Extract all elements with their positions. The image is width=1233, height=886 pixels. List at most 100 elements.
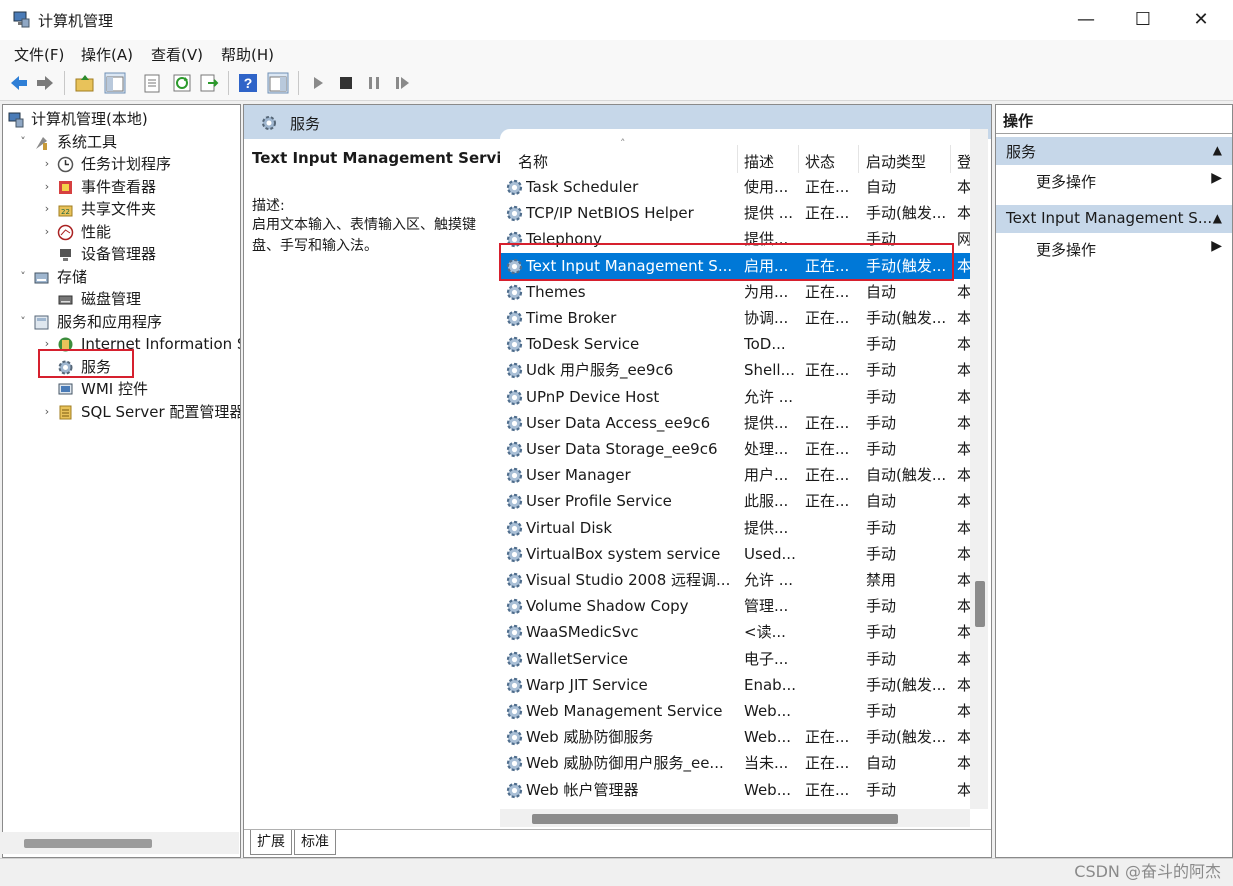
actions-section-services[interactable]: 服务 ▲	[996, 137, 1232, 165]
service-gear-icon	[506, 310, 523, 327]
service-row[interactable]: UPnP Device Host 允许 ... 手动 本	[500, 384, 970, 410]
export-icon[interactable]	[198, 72, 220, 94]
column-separator[interactable]	[950, 145, 951, 173]
service-row[interactable]: User Manager 用户... 正在... 自动(触发... 本	[500, 462, 970, 488]
service-description: 使用...	[744, 178, 789, 196]
tree-item[interactable]: WMI 控件	[3, 378, 240, 400]
column-separator[interactable]	[737, 145, 738, 173]
service-row[interactable]: Web Management Service Web... 手动 本	[500, 698, 970, 724]
service-row[interactable]: Task Scheduler 使用... 正在... 自动 本	[500, 174, 970, 200]
up-folder-icon[interactable]	[74, 72, 96, 94]
chevron-right-icon[interactable]: ›	[41, 198, 53, 220]
chevron-down-icon[interactable]: ˅	[17, 266, 29, 288]
tree-item[interactable]: › 事件查看器	[3, 176, 240, 198]
tree-item[interactable]: › 性能	[3, 221, 240, 243]
service-startup-type: 手动	[866, 597, 897, 616]
service-row[interactable]: Web 威胁防御服务 Web... 正在... 手动(触发... 本	[500, 724, 970, 750]
service-row[interactable]: Volume Shadow Copy 管理... 手动 本	[500, 593, 970, 619]
horizontal-scrollbar-thumb[interactable]	[532, 814, 898, 824]
collapse-icon[interactable]: ▲	[1213, 143, 1222, 157]
more-actions-item[interactable]: 更多操作 ▶	[996, 235, 1232, 263]
back-icon[interactable]	[8, 72, 30, 94]
help-icon[interactable]: ?	[237, 72, 259, 94]
service-row[interactable]: WalletService 电子... 手动 本	[500, 646, 970, 672]
refresh-icon[interactable]	[171, 72, 193, 94]
vertical-scrollbar-thumb[interactable]	[975, 581, 985, 627]
service-status: 正在...	[805, 728, 850, 747]
view-tabs: 扩展 标准	[244, 829, 991, 857]
service-row[interactable]: ToDesk Service ToD... 手动 本	[500, 331, 970, 357]
svg-text:?: ?	[244, 75, 253, 91]
service-row[interactable]: WaaSMedicSvc <读... 手动 本	[500, 619, 970, 645]
chevron-right-icon[interactable]: ›	[41, 221, 53, 243]
actions-section-selected-service[interactable]: Text Input Management S... ▲	[996, 205, 1232, 233]
tree-item[interactable]: 计算机管理(本地)	[3, 108, 240, 130]
service-logon: 本	[957, 724, 970, 750]
service-row[interactable]: Udk 用户服务_ee9c6 Shell... 正在... 手动 本	[500, 357, 970, 383]
collapse-icon[interactable]: ▲	[1213, 211, 1222, 225]
service-gear-icon	[506, 625, 523, 641]
chevron-right-icon[interactable]: ›	[41, 176, 53, 198]
service-description: Shell...	[744, 361, 795, 380]
tree-item[interactable]: ˅ 存储	[3, 266, 240, 288]
close-button[interactable]: ✕	[1173, 0, 1229, 40]
service-row[interactable]: User Data Access_ee9c6 提供... 正在... 手动 本	[500, 410, 970, 436]
service-row[interactable]: TCP/IP NetBIOS Helper 提供 ... 正在... 手动(触发...…	[500, 200, 970, 226]
menu-action[interactable]: 操作(A)	[81, 44, 133, 65]
column-separator[interactable]	[858, 145, 859, 173]
service-row[interactable]: Virtual Disk 提供... 手动 本	[500, 515, 970, 541]
shared-folders-icon: 22	[58, 205, 73, 217]
status-bar	[0, 858, 1233, 886]
service-logon: 本	[957, 672, 970, 698]
tree-item[interactable]: 设备管理器	[3, 243, 240, 265]
restart-service-icon[interactable]	[391, 72, 413, 94]
service-description: Enab...	[744, 675, 796, 694]
service-logon: 本	[957, 174, 970, 200]
more-actions-item[interactable]: 更多操作 ▶	[996, 167, 1232, 195]
forward-icon[interactable]	[34, 72, 56, 94]
service-row[interactable]: Web 帐户管理器 Web... 正在... 手动 本	[500, 777, 970, 803]
minimize-button[interactable]: —	[1058, 0, 1114, 40]
menu-view[interactable]: 查看(V)	[151, 44, 203, 65]
service-startup-type: 手动	[866, 623, 897, 642]
chevron-down-icon[interactable]: ˅	[17, 311, 29, 333]
tree-item-label: 计算机管理(本地)	[31, 110, 148, 128]
menu-file[interactable]: 文件(F)	[14, 44, 64, 65]
service-row[interactable]: VirtualBox system service Used... 手动 本	[500, 541, 970, 567]
tree-item[interactable]: ˅ 系统工具	[3, 131, 240, 153]
stop-service-icon[interactable]	[335, 72, 357, 94]
tree-item[interactable]: › 任务计划程序	[3, 153, 240, 175]
services-header-title: 服务	[290, 115, 321, 133]
tree-item[interactable]: 磁盘管理	[3, 288, 240, 310]
service-gear-icon	[506, 572, 523, 589]
start-service-icon[interactable]	[307, 72, 329, 94]
chevron-right-icon[interactable]: ›	[41, 153, 53, 175]
show-hide-tree-icon[interactable]	[104, 72, 126, 94]
service-row[interactable]: Warp JIT Service Enab... 手动(触发... 本	[500, 672, 970, 698]
service-row[interactable]: User Profile Service 此服... 正在... 自动 本	[500, 488, 970, 514]
menu-help[interactable]: 帮助(H)	[221, 44, 274, 65]
service-startup-type: 手动	[866, 440, 897, 458]
column-separator[interactable]	[798, 145, 799, 173]
properties-icon[interactable]	[141, 72, 163, 94]
service-row[interactable]: Web 威胁防御用户服务_ee... 当未... 正在... 自动 本	[500, 750, 970, 776]
vertical-scrollbar[interactable]	[970, 129, 988, 809]
tree-item[interactable]: › SQL Server 配置管理器	[3, 401, 240, 423]
tab-standard[interactable]: 标准	[294, 830, 336, 855]
chevron-down-icon[interactable]: ˅	[17, 131, 29, 153]
tab-extended[interactable]: 扩展	[250, 830, 292, 855]
tree-item[interactable]: ˅ 服务和应用程序	[3, 311, 240, 333]
service-row[interactable]: Themes 为用... 正在... 自动 本	[500, 279, 970, 305]
chevron-right-icon[interactable]: ›	[41, 401, 53, 423]
service-row[interactable]: User Data Storage_ee9c6 处理... 正在... 手动 本	[500, 436, 970, 462]
show-hide-action-pane-icon[interactable]	[267, 72, 289, 94]
tree-item[interactable]: › 22 共享文件夹	[3, 198, 240, 220]
service-row[interactable]: Time Broker 协调... 正在... 手动(触发... 本	[500, 305, 970, 331]
service-startup-type: 手动	[866, 702, 897, 720]
tree-horizontal-scrollbar-thumb[interactable]	[24, 839, 152, 848]
maximize-button[interactable]: ☐	[1115, 0, 1171, 40]
service-row[interactable]: Visual Studio 2008 远程调... 允许 ... 禁用 本	[500, 567, 970, 593]
maximize-icon: ☐	[1134, 9, 1152, 30]
service-gear-icon	[506, 730, 523, 746]
pause-service-icon[interactable]	[363, 72, 385, 94]
